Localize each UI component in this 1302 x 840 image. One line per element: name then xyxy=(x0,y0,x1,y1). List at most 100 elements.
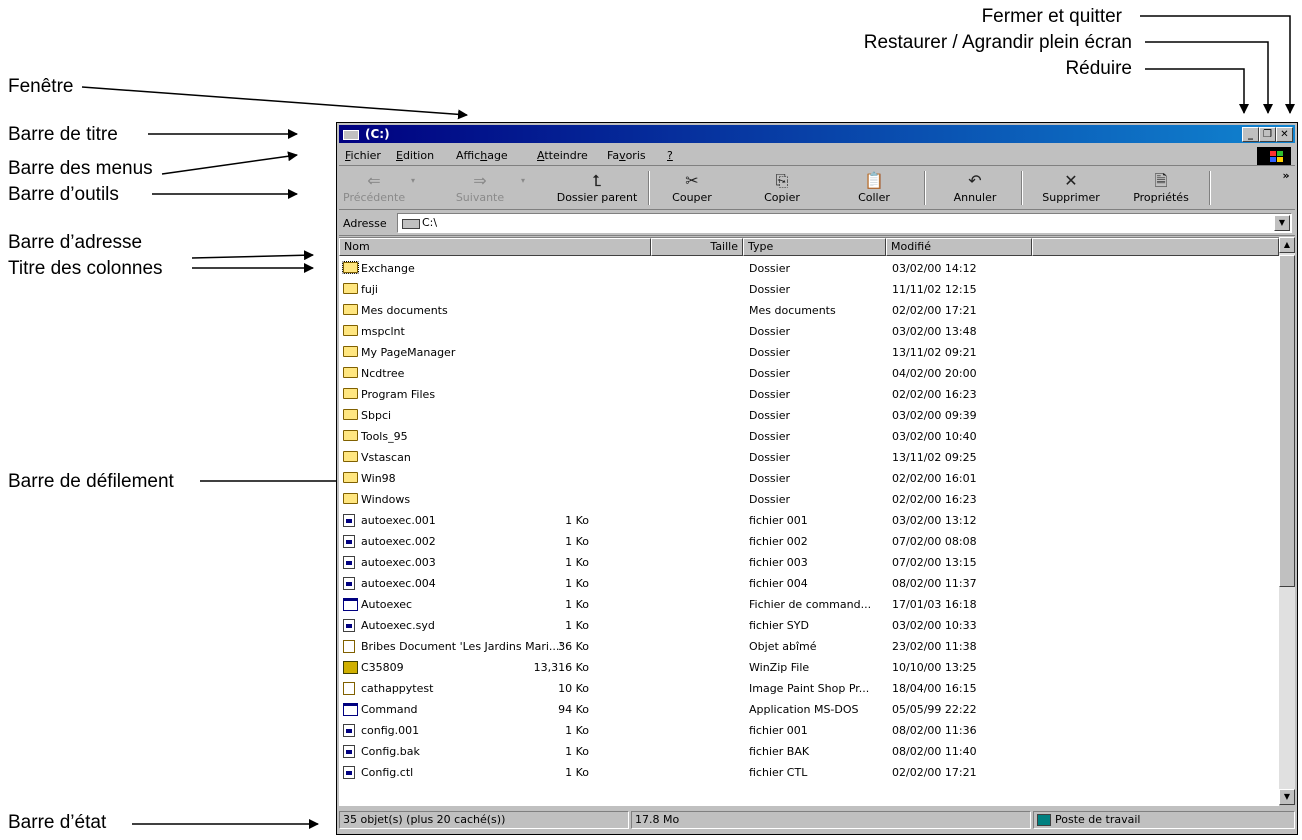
cell-type: Dossier xyxy=(749,367,791,380)
scroll-thumb[interactable] xyxy=(1279,255,1295,587)
file-row[interactable]: Autoexec.syd 1 Ko fichier SYD 03/02/00 10:3… xyxy=(339,615,1279,636)
file-row[interactable]: Bribes Document 'Les Jardins Mari...' 36 … xyxy=(339,636,1279,657)
title-bar[interactable]: (C:) _ ❐ ✕ xyxy=(339,125,1295,143)
minimize-button[interactable]: _ xyxy=(1242,127,1259,142)
zip-icon xyxy=(343,661,358,674)
file-row[interactable]: C35809 13,316 Ko WinZip File 10/10/00 13:25 xyxy=(339,657,1279,678)
cell-type: fichier 003 xyxy=(749,556,808,569)
file-row[interactable]: Command 94 Ko Application MS-DOS 05/05/99 2… xyxy=(339,699,1279,720)
scroll-down-button[interactable]: ▼ xyxy=(1279,789,1295,805)
column-header-modified[interactable]: Modifié xyxy=(886,238,1032,256)
menu-aide[interactable]: ? xyxy=(667,149,673,162)
undo-button[interactable]: ↶ Annuler xyxy=(934,169,1016,207)
file-row[interactable]: Win98 Dossier 02/02/00 16:01 xyxy=(339,468,1279,489)
menu-affichage[interactable]: Affichage xyxy=(456,149,508,162)
file-icon xyxy=(343,745,355,758)
file-row[interactable]: Autoexec 1 Ko Fichier de command... 17/01/0… xyxy=(339,594,1279,615)
vertical-scrollbar[interactable]: ▲ ▼ xyxy=(1279,237,1295,805)
cell-size: 1 Ko xyxy=(565,619,589,632)
cell-name: Autoexec.syd xyxy=(361,619,435,632)
properties-button[interactable]: 🗎 Propriétés xyxy=(1121,169,1201,207)
file-row[interactable]: Vstascan Dossier 13/11/02 09:25 xyxy=(339,447,1279,468)
file-row[interactable]: Windows Dossier 02/02/00 16:23 xyxy=(339,489,1279,510)
file-row[interactable]: Program Files Dossier 02/02/00 16:23 xyxy=(339,384,1279,405)
folder-up-icon: ⮤ xyxy=(592,171,602,190)
column-header-empty xyxy=(1032,238,1279,256)
file-row[interactable]: fuji Dossier 11/11/02 12:15 xyxy=(339,279,1279,300)
cell-size: 1 Ko xyxy=(565,766,589,779)
delete-button[interactable]: ✕ Supprimer xyxy=(1031,169,1111,207)
cell-modified: 08/02/00 11:40 xyxy=(892,745,977,758)
file-icon xyxy=(343,619,355,632)
file-row[interactable]: autoexec.002 1 Ko fichier 002 07/02/00 08:0… xyxy=(339,531,1279,552)
status-bar: 35 objet(s) (plus 20 caché(s)) 17.8 Mo P… xyxy=(339,809,1295,831)
file-row[interactable]: cathappytest 10 Ko Image Paint Shop Pr... 1… xyxy=(339,678,1279,699)
back-button[interactable]: ⇐ Précédente xyxy=(343,169,405,207)
cell-modified: 03/02/00 13:12 xyxy=(892,514,977,527)
file-row[interactable]: Mes documents Mes documents 02/02/00 17:21 xyxy=(339,300,1279,321)
file-row[interactable]: Sbpci Dossier 03/02/00 09:39 xyxy=(339,405,1279,426)
cell-type: Dossier xyxy=(749,388,791,401)
forward-button[interactable]: ⇒ Suivante xyxy=(445,169,515,207)
copy-button[interactable]: ⎘ Copier xyxy=(747,169,817,207)
cut-button[interactable]: ✂ Couper xyxy=(657,169,727,207)
folder-icon xyxy=(343,346,358,357)
cell-type: Dossier xyxy=(749,283,791,296)
column-header-type[interactable]: Type xyxy=(743,238,886,256)
file-row[interactable]: config.001 1 Ko fichier 001 08/02/00 11:36 xyxy=(339,720,1279,741)
back-dropdown[interactable]: ▾ xyxy=(405,169,421,207)
cell-name: Vstascan xyxy=(361,451,411,464)
cell-name: Windows xyxy=(361,493,411,506)
cell-modified: 03/02/00 10:40 xyxy=(892,430,977,443)
toolbar-more-button[interactable]: » xyxy=(1279,169,1293,207)
label-reduire: Réduire xyxy=(1065,58,1132,79)
cell-name: autoexec.004 xyxy=(361,577,436,590)
arrow-adresse xyxy=(191,250,314,261)
file-list: Nom Taille Type Modifié Exchange Dossier 0… xyxy=(339,237,1279,806)
file-row[interactable]: Ncdtree Dossier 04/02/00 20:00 xyxy=(339,363,1279,384)
status-object-count: 35 objet(s) (plus 20 caché(s)) xyxy=(339,811,629,829)
copy-icon: ⎘ xyxy=(775,171,789,190)
file-row[interactable]: Exchange Dossier 03/02/00 14:12 xyxy=(339,258,1279,279)
menu-edition[interactable]: Edition xyxy=(396,149,434,162)
file-row[interactable]: Tools_95 Dossier 03/02/00 10:40 xyxy=(339,426,1279,447)
toolbar-separator xyxy=(924,171,926,205)
arrow-reduire xyxy=(1145,68,1249,114)
cell-modified: 13/11/02 09:21 xyxy=(892,346,977,359)
address-dropdown[interactable]: ▼ xyxy=(1274,215,1290,231)
cell-name: autoexec.003 xyxy=(361,556,436,569)
cell-name: Command xyxy=(361,703,418,716)
file-row[interactable]: mspclnt Dossier 03/02/00 13:48 xyxy=(339,321,1279,342)
file-icon xyxy=(343,535,355,548)
file-row[interactable]: My PageManager Dossier 13/11/02 09:21 xyxy=(339,342,1279,363)
column-header-size[interactable]: Taille xyxy=(651,238,743,256)
cell-size: 10 Ko xyxy=(558,682,589,695)
file-icon xyxy=(343,556,355,569)
close-button[interactable]: ✕ xyxy=(1276,127,1293,142)
address-input[interactable]: C:\ ▼ xyxy=(397,213,1292,233)
file-row[interactable]: Config.ctl 1 Ko fichier CTL 02/02/00 17:21 xyxy=(339,762,1279,783)
menu-atteindre[interactable]: Atteindre xyxy=(537,149,588,162)
file-row[interactable]: autoexec.003 1 Ko fichier 003 07/02/00 13:1… xyxy=(339,552,1279,573)
menu-fichier[interactable]: Fichier xyxy=(345,149,381,162)
cell-name: Tools_95 xyxy=(361,430,408,443)
file-row[interactable]: autoexec.004 1 Ko fichier 004 08/02/00 11:3… xyxy=(339,573,1279,594)
cell-name: Config.bak xyxy=(361,745,420,758)
cell-type: Dossier xyxy=(749,430,791,443)
scroll-up-button[interactable]: ▲ xyxy=(1279,237,1295,253)
column-header-name[interactable]: Nom xyxy=(339,238,651,256)
cell-modified: 07/02/00 08:08 xyxy=(892,535,977,548)
folder-icon xyxy=(342,261,359,274)
arrow-fenetre xyxy=(81,86,468,120)
file-row[interactable]: autoexec.001 1 Ko fichier 001 03/02/00 13:1… xyxy=(339,510,1279,531)
app-icon xyxy=(343,703,358,716)
file-row[interactable]: Config.bak 1 Ko fichier BAK 08/02/00 11:40 xyxy=(339,741,1279,762)
forward-dropdown[interactable]: ▾ xyxy=(515,169,531,207)
restore-button[interactable]: ❐ xyxy=(1259,127,1276,142)
cell-modified: 18/04/00 16:15 xyxy=(892,682,977,695)
parent-folder-button[interactable]: ⮤ Dossier parent xyxy=(551,169,643,207)
file-icon xyxy=(343,514,355,527)
menu-favoris[interactable]: Favoris xyxy=(607,149,646,162)
paste-button[interactable]: 📋 Coller xyxy=(839,169,909,207)
cell-type: Mes documents xyxy=(749,304,836,317)
